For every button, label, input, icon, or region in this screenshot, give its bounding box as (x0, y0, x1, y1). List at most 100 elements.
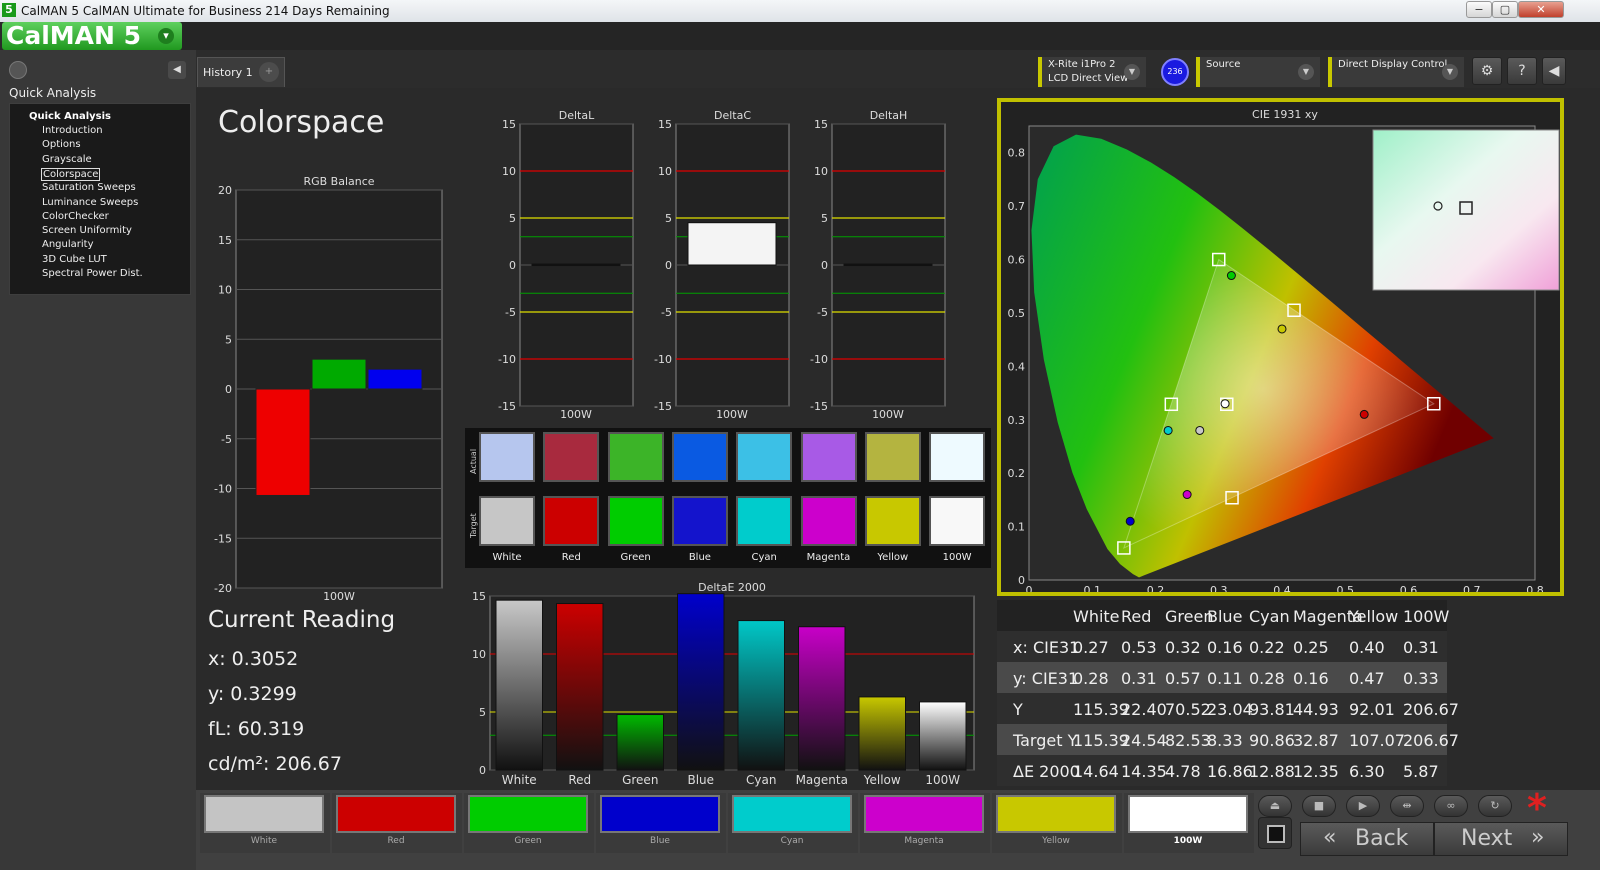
y-tick-label: 5 (479, 706, 486, 719)
table-cell: 0.11 (1207, 669, 1243, 688)
y-tick-label: -15 (498, 400, 516, 413)
bottom-swatch-red[interactable] (336, 795, 456, 833)
eject-icon[interactable]: ⏏ (1258, 795, 1292, 817)
table-cell: 0.28 (1249, 669, 1285, 688)
tree-item-luminance-sweeps[interactable]: Luminance Sweeps (41, 197, 139, 208)
chevron-down-icon[interactable]: ▼ (1442, 64, 1458, 80)
bottom-swatch-white[interactable] (204, 795, 324, 833)
table-cell: 14.35 (1121, 762, 1167, 781)
tree-item-colorchecker[interactable]: ColorChecker (41, 211, 110, 222)
y-tick-label: -20 (214, 582, 232, 595)
x-tick-label: 100W (323, 590, 355, 603)
chevron-down-icon[interactable]: ▼ (1298, 64, 1314, 80)
table-cell: x: CIE31 (1013, 638, 1080, 657)
swatch-label: 100W (942, 552, 972, 563)
x-tick-label: 0.6 (1400, 584, 1418, 592)
bottom-swatch-label: White (250, 836, 278, 846)
bottom-swatch-magenta[interactable] (864, 795, 984, 833)
loop-icon[interactable]: ∞ (1434, 795, 1468, 817)
tree-item-angularity[interactable]: Angularity (41, 239, 95, 250)
tree-item-introduction[interactable]: Introduction (41, 125, 104, 136)
measured-point-blue (1125, 516, 1135, 526)
tree-item-grayscale[interactable]: Grayscale (41, 154, 93, 165)
bottom-swatch-blue[interactable] (600, 795, 720, 833)
y-tick-label: -10 (214, 483, 232, 496)
bottom-swatch-label: Cyan (780, 836, 804, 846)
table-cell: 0.40 (1349, 638, 1385, 657)
y-tick-label: 10 (814, 165, 828, 178)
top-strip (180, 22, 1600, 50)
tree-item-colorspace[interactable]: Colorspace (41, 167, 101, 181)
chart-title: DeltaL (559, 109, 595, 122)
table-header-row: White Red Green Blue Cyan Magenta Yellow 100W (997, 600, 1449, 631)
bar-white (495, 599, 543, 771)
y-tick-label: -5 (661, 306, 672, 319)
x-tick-label: 100W (560, 408, 592, 421)
calman-logo[interactable]: CalMAN 5 ▾ (2, 22, 182, 50)
x-tick-label: 0.7 (1463, 584, 1481, 592)
source-selector[interactable]: Source ▼ (1196, 57, 1320, 87)
chevron-down-icon[interactable]: ▼ (1124, 64, 1140, 80)
display-selector[interactable]: Direct Display Control ▼ (1328, 57, 1464, 87)
refresh-icon[interactable]: ↻ (1478, 795, 1512, 817)
maximize-button[interactable]: ▢ (1492, 1, 1518, 18)
table-cell: ΔE 2000 (1013, 762, 1080, 781)
y-tick-label: 5 (821, 212, 828, 225)
back-button[interactable]: « Back (1300, 822, 1434, 856)
help-icon[interactable]: ? (1507, 57, 1537, 85)
y-tick-label: 0.8 (1008, 147, 1026, 160)
actual-swatch-green (607, 432, 664, 482)
bottom-swatch-label: 100W (1173, 836, 1203, 846)
bar-green (616, 714, 664, 771)
tree-item-screen-uniformity[interactable]: Screen Uniformity (41, 225, 133, 236)
y-tick-label: 20 (218, 184, 232, 197)
asterisk-icon[interactable]: * (1527, 786, 1547, 830)
y-tick-label: 0.6 (1008, 254, 1026, 267)
bar-yellow (858, 696, 906, 771)
y-tick-label: 10 (502, 165, 516, 178)
meter-selector[interactable]: X-Rite i1Pro 2 LCD Direct View ▼ (1038, 57, 1146, 87)
bottom-swatch-green[interactable] (468, 795, 588, 833)
radio-icon[interactable] (9, 61, 27, 79)
actual-swatch-blue (671, 432, 728, 482)
minimize-button[interactable]: − (1466, 1, 1492, 18)
x-tick-label: 0 (1026, 584, 1033, 592)
play-icon[interactable]: ▶ (1346, 795, 1380, 817)
meter-badge[interactable]: 236 (1161, 58, 1189, 86)
tree-item-spectral-power-dist-[interactable]: Spectral Power Dist. (41, 268, 144, 279)
bottom-swatch-cyan[interactable] (732, 795, 852, 833)
bottom-swatch-label: Red (387, 836, 405, 846)
bar-100w (919, 701, 967, 771)
tree-root-quick-analysis[interactable]: Quick Analysis (29, 111, 111, 122)
collapse-right-icon[interactable]: ◀ (1542, 57, 1566, 85)
bottom-swatch-yellow[interactable] (996, 795, 1116, 833)
tree-item-3d-cube-lut[interactable]: 3D Cube LUT (41, 254, 108, 265)
table-cell: 5.87 (1403, 762, 1439, 781)
add-tab-icon[interactable]: + (259, 62, 279, 82)
target-swatch-blue (671, 496, 728, 546)
y-tick-label: 0.5 (1008, 307, 1026, 320)
stop-measure-button[interactable] (1258, 817, 1292, 849)
y-tick-label: -5 (505, 306, 516, 319)
logo-text: CalMAN 5 (6, 21, 142, 50)
bottom-swatch-100w[interactable] (1128, 795, 1248, 833)
tree-item-saturation-sweeps[interactable]: Saturation Sweeps (41, 182, 137, 193)
swatch-label: Cyan (751, 552, 777, 563)
range-icon[interactable]: ⇹ (1390, 795, 1424, 817)
tree-item-options[interactable]: Options (41, 139, 82, 150)
table-cell: 0.16 (1293, 669, 1329, 688)
actual-swatch-magenta (800, 432, 857, 482)
bar-magenta (798, 626, 846, 771)
swatch-label: Red (561, 552, 581, 563)
next-button[interactable]: Next» (1434, 822, 1568, 856)
chevron-down-icon[interactable]: ▾ (158, 28, 174, 44)
x-tick-label: Cyan (746, 773, 776, 787)
y-tick-label: 0.2 (1008, 467, 1026, 480)
target-swatch-green (607, 496, 664, 546)
table-cell: 12.88 (1249, 762, 1295, 781)
stop-icon[interactable]: ■ (1302, 795, 1336, 817)
settings-gear-icon[interactable]: ⚙ (1472, 57, 1502, 85)
close-button[interactable]: ✕ (1518, 1, 1564, 18)
collapse-left-icon[interactable]: ◀ (168, 61, 186, 79)
sidebar-section-title: Quick Analysis (9, 86, 97, 100)
